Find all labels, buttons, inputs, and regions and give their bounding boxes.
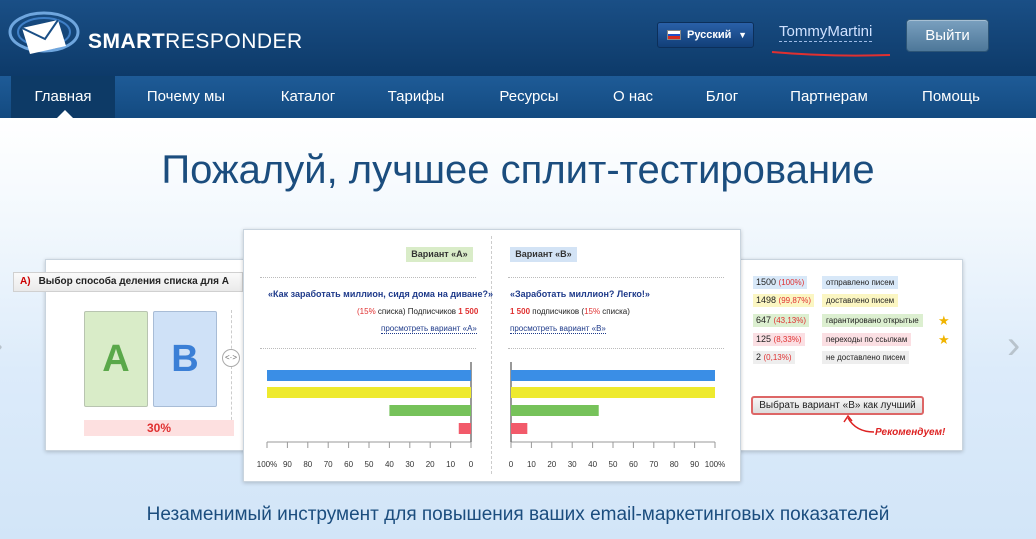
bar-b xyxy=(511,387,715,398)
view-variant-b-link[interactable]: просмотреть вариант «В» xyxy=(510,324,606,334)
envelope-logo-icon xyxy=(8,11,80,54)
bar-b xyxy=(511,370,715,381)
stat-count: 125 (8,33%) xyxy=(753,333,805,346)
chevron-down-icon: ▼ xyxy=(738,30,747,40)
site-header: SMARTRESPONDER Русский ▼ TommyMartini Вы… xyxy=(0,0,1036,76)
separator xyxy=(260,277,476,278)
tick-label-b: 40 xyxy=(588,460,597,469)
language-select[interactable]: Русский ▼ xyxy=(657,22,754,48)
logout-button[interactable]: Выйти xyxy=(906,19,989,52)
logo-text: SMARTRESPONDER xyxy=(88,30,303,53)
tick-label-b: 70 xyxy=(649,460,658,469)
recommend-label: Рекомендуем! xyxy=(875,427,946,438)
nav-item-catalog[interactable]: Каталог xyxy=(266,76,350,118)
stat-percent: (43,13%) xyxy=(773,316,806,325)
tick-label-a: 50 xyxy=(365,460,374,469)
tick-label-a: 20 xyxy=(426,460,435,469)
divider xyxy=(231,310,232,430)
view-variant-a-link[interactable]: просмотреть вариант «А» xyxy=(381,324,477,334)
bar-a xyxy=(267,387,471,398)
stat-percent: (0,13%) xyxy=(763,353,792,362)
tick-label-b: 80 xyxy=(670,460,679,469)
nav-item-partners[interactable]: Партнерам xyxy=(775,76,883,118)
nav-item-resources[interactable]: Ресурсы xyxy=(483,76,575,118)
variant-b-badge: Вариант «В» xyxy=(510,247,577,262)
hero-title: Пожалуй, лучшее сплит-тестирование xyxy=(161,148,875,192)
bar-a xyxy=(267,370,471,381)
tick-label-b: 30 xyxy=(568,460,577,469)
group-b-box[interactable]: B xyxy=(153,311,217,407)
stat-count: 1498 (99,87%) xyxy=(753,294,814,307)
tick-label-b: 100% xyxy=(705,460,725,469)
group-a-box[interactable]: A xyxy=(84,311,148,407)
star-icon: ★ xyxy=(938,332,950,347)
tick-label-a: 10 xyxy=(446,460,455,469)
stat-percent: (8,33%) xyxy=(773,335,802,344)
subject-a: «Как заработать миллион, сидя дома на ди… xyxy=(268,289,493,299)
stat-label: гарантировано открытые xyxy=(822,314,923,327)
info-a: (15% списка) Подписчиков 1 500 xyxy=(357,307,479,316)
stat-percent: (99,87%) xyxy=(778,296,811,305)
logo[interactable]: SMARTRESPONDER xyxy=(8,6,308,66)
stat-label: доставлено писем xyxy=(822,294,899,307)
comparison-bar-chart: 100% 90 80 70 60 50 40 30 20 10 0 0 10 20 30 40 50 60 70 80… xyxy=(257,362,725,469)
slider-next-arrow-icon[interactable]: › xyxy=(1007,325,1020,365)
stat-label: отправлено писем xyxy=(822,276,899,289)
username-link[interactable]: TommyMartini xyxy=(779,22,873,42)
tick-label-a: 30 xyxy=(405,460,414,469)
tick-label-b: 50 xyxy=(609,460,618,469)
stat-count-value: 1498 xyxy=(756,295,779,305)
active-nav-indicator xyxy=(57,110,73,118)
split-percent: 30% xyxy=(84,420,234,436)
stat-count-value: 1500 xyxy=(756,277,779,287)
flag-russia-icon xyxy=(667,30,681,40)
nav-item-why-us[interactable]: Почему мы xyxy=(131,76,241,118)
stat-count-value: 125 xyxy=(756,334,774,344)
separator xyxy=(508,277,724,278)
stat-label: переходы по ссылкам xyxy=(822,333,912,346)
bar-a xyxy=(389,405,471,416)
tick-label-b: 0 xyxy=(509,460,514,469)
nav-item-blog[interactable]: Блог xyxy=(690,76,754,118)
tick-label-a: 60 xyxy=(344,460,353,469)
tick-label-a: 90 xyxy=(283,460,292,469)
separator xyxy=(508,348,724,349)
info-b: 1 500 подписчиков (15% списка) xyxy=(510,307,630,316)
tick-label-b: 20 xyxy=(547,460,556,469)
tick-label-b: 10 xyxy=(527,460,536,469)
nav-item-pricing[interactable]: Тарифы xyxy=(374,76,458,118)
tick-label-a: 0 xyxy=(469,460,474,469)
separator xyxy=(260,348,476,349)
tick-label-a: 70 xyxy=(324,460,333,469)
tick-label-b: 90 xyxy=(690,460,699,469)
stat-percent: (100%) xyxy=(778,278,805,287)
bar-b xyxy=(511,405,599,416)
bar-b xyxy=(511,423,528,434)
tick-label-a: 40 xyxy=(385,460,394,469)
slider-prev-arrow-icon[interactable]: › xyxy=(0,325,3,365)
stat-count-value: 647 xyxy=(756,315,774,325)
nav-item-about[interactable]: О нас xyxy=(599,76,667,118)
hero-subtitle: Незаменимый инструмент для повышения ваш… xyxy=(146,504,890,525)
swap-arrows-icon[interactable]: <·> xyxy=(222,349,240,367)
bar-a xyxy=(458,423,471,434)
split-method-heading: A) Выбор способа деления списка для А xyxy=(13,272,243,292)
stat-count: 647 (43,13%) xyxy=(753,314,809,327)
main-nav: Главная Почему мы Каталог Тарифы Ресурсы… xyxy=(0,76,1036,118)
red-underline-icon xyxy=(771,51,891,57)
stat-label: не доставлено писем xyxy=(822,351,910,364)
choose-variant-b-button[interactable]: Выбрать вариант «В» как лучший xyxy=(751,396,924,415)
star-icon: ★ xyxy=(938,313,950,328)
curved-arrow-icon xyxy=(843,414,875,433)
tick-label-a: 80 xyxy=(303,460,312,469)
language-label: Русский xyxy=(687,29,732,41)
stat-count-value: 2 xyxy=(756,352,764,362)
nav-item-help[interactable]: Помощь xyxy=(906,76,996,118)
subject-b: «Заработать миллион? Легко!» xyxy=(510,289,650,299)
stat-count: 2 (0,13%) xyxy=(753,351,795,364)
variant-a-badge: Вариант «А» xyxy=(406,247,473,262)
tick-label-b: 60 xyxy=(629,460,638,469)
tick-label-a: 100% xyxy=(257,460,277,469)
stat-count: 1500 (100%) xyxy=(753,276,808,289)
